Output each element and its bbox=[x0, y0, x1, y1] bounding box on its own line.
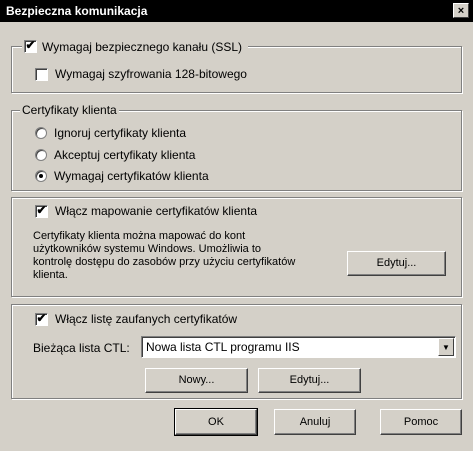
require-128bit-checkbox[interactable] bbox=[35, 68, 48, 81]
check-icon: ✔ bbox=[25, 38, 36, 52]
current-ctl-label: Bieżąca lista CTL: bbox=[33, 341, 130, 355]
ignore-certs-label[interactable]: Ignoruj certyfikaty klienta bbox=[54, 126, 186, 140]
client-certs-legend: Certyfikaty klienta bbox=[20, 103, 119, 117]
dialog-window: Bezpieczna komunikacja × ✔ Wymagaj bezpi… bbox=[0, 0, 473, 451]
mapping-description-line: klienta. bbox=[33, 269, 68, 281]
enable-ctl-checkbox[interactable]: ✔ bbox=[35, 311, 48, 326]
cancel-button[interactable]: Anuluj bbox=[274, 409, 356, 435]
help-button[interactable]: Pomoc bbox=[380, 409, 462, 435]
require-certs-label[interactable]: Wymagaj certyfikatów klienta bbox=[54, 169, 209, 183]
close-icon[interactable]: × bbox=[453, 3, 469, 18]
enable-ctl-label[interactable]: Włącz listę zaufanych certyfikatów bbox=[55, 312, 237, 326]
ctl-new-button[interactable]: Nowy... bbox=[145, 368, 248, 393]
ssl-legend[interactable]: ✔ Wymagaj bezpiecznego kanału (SSL) bbox=[22, 38, 248, 54]
require-ssl-label[interactable]: Wymagaj bezpiecznego kanału (SSL) bbox=[42, 40, 242, 54]
require-128bit-label[interactable]: Wymagaj szyfrowania 128-bitowego bbox=[55, 67, 247, 81]
require-certs-radio[interactable] bbox=[35, 170, 47, 182]
check-icon: ✔ bbox=[36, 311, 47, 325]
enable-mapping-label[interactable]: Włącz mapowanie certyfikatów klienta bbox=[55, 204, 257, 218]
chevron-down-icon[interactable]: ▼ bbox=[438, 338, 454, 356]
mapping-edit-button[interactable]: Edytuj... bbox=[347, 251, 446, 276]
window-title: Bezpieczna komunikacja bbox=[6, 4, 148, 18]
ctl-edit-button[interactable]: Edytuj... bbox=[258, 368, 361, 393]
require-ssl-checkbox[interactable]: ✔ bbox=[24, 38, 37, 53]
ignore-certs-radio[interactable] bbox=[35, 127, 47, 139]
mapping-description-line: Certyfikaty klienta można mapować do kon… bbox=[33, 230, 246, 242]
ok-button[interactable]: OK bbox=[174, 408, 258, 436]
enable-mapping-checkbox[interactable]: ✔ bbox=[35, 203, 48, 218]
title-bar[interactable]: Bezpieczna komunikacja × bbox=[0, 0, 473, 22]
current-ctl-value: Nowa lista CTL programu IIS bbox=[146, 340, 300, 354]
mapping-description-line: użytkowników systemu Windows. Umożliwia … bbox=[33, 243, 262, 255]
radio-selected-dot bbox=[39, 174, 43, 178]
current-ctl-select[interactable]: Nowa lista CTL programu IIS ▼ bbox=[141, 336, 456, 358]
accept-certs-radio[interactable] bbox=[35, 149, 47, 161]
mapping-description: Certyfikaty klienta można mapować do kon… bbox=[33, 230, 333, 282]
check-icon: ✔ bbox=[36, 203, 47, 217]
accept-certs-label[interactable]: Akceptuj certyfikaty klienta bbox=[54, 148, 195, 162]
mapping-description-line: kontrolę dostępu do zasobów przy użyciu … bbox=[33, 256, 296, 268]
